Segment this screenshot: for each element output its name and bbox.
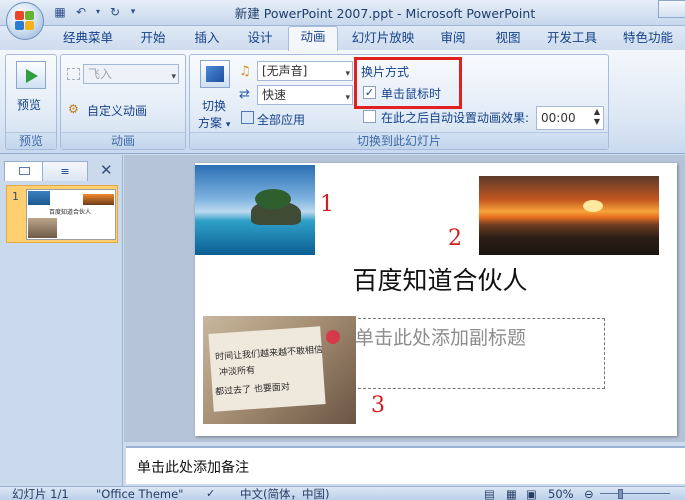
thumb-photo-3 — [28, 218, 57, 238]
auto-advance-label[interactable]: 在此之后自动设置动画效果: — [381, 109, 529, 126]
zoom-slider-thumb[interactable] — [618, 489, 623, 499]
apply-all-button[interactable]: 全部应用 — [257, 111, 305, 128]
auto-advance-checkbox[interactable] — [363, 110, 376, 123]
apply-all-icon — [241, 111, 254, 124]
slide-thumbnail[interactable]: 百度知道合伙人 — [26, 189, 116, 240]
slides-pane: ≡ ✕ 1 百度知道合伙人 — [0, 155, 123, 488]
thumb-title: 百度知道合伙人 — [49, 209, 92, 216]
island-photo[interactable] — [195, 165, 315, 255]
tab-home[interactable]: 开始 — [130, 28, 176, 50]
transition-group-label: 切换到此幻灯片 — [190, 132, 608, 149]
spinner-arrows-icon: ▲ ▼ — [593, 107, 600, 126]
note-card-photo[interactable]: 时间让我们越来越不敢相信 冲淡所有 都过去了 也要面对 — [203, 316, 356, 424]
preview-icon — [16, 61, 46, 89]
thumb-photo-2 — [83, 194, 114, 205]
auto-advance-time-spinner[interactable]: 00:00 ▲ ▼ — [536, 106, 604, 130]
speed-icon: ⇄ — [239, 87, 250, 102]
preview-group-label: 预览 — [6, 132, 56, 149]
transition-sound-select[interactable]: [无声音] ▾ — [257, 61, 353, 81]
chevron-down-icon: ▾ — [345, 69, 350, 79]
note-card-line-2: 冲淡所有 — [218, 365, 256, 379]
slide[interactable]: 1 2 百度知道合伙人 单击此处添加副标题 时间让我们越来越不敢相信 冲淡所有 … — [195, 163, 677, 436]
slides-tab-icon — [18, 167, 30, 175]
slide-number: 1 — [12, 190, 19, 203]
tab-design[interactable]: 设计 — [237, 28, 283, 50]
custom-animation-button[interactable]: 自定义动画 — [87, 102, 147, 119]
preview-button[interactable]: 预览 — [17, 96, 41, 113]
status-language[interactable]: 中文(简体，中国) — [240, 487, 329, 500]
transition-scheme-label-1[interactable]: 切换 — [202, 97, 226, 114]
minimize-button[interactable] — [658, 0, 685, 18]
tab-animation[interactable]: 动画 — [288, 26, 338, 51]
slide-thumbnail-selected[interactable]: 1 百度知道合伙人 — [6, 185, 118, 243]
transition-speed-select[interactable]: 快速 ▾ — [257, 85, 353, 105]
status-bar: 幻灯片 1/1 "Office Theme" ✓ 中文(简体，中国) ▤ ▦ ▣… — [0, 486, 685, 500]
tab-review[interactable]: 审阅 — [430, 28, 476, 50]
transition-scheme-button[interactable]: 方案 ▾ — [198, 114, 230, 131]
custom-animation-icon: ⚙ — [68, 102, 79, 116]
outline-tab-icon: ≡ — [60, 165, 70, 178]
animation-group: 飞入 ▾ ⚙ 自定义动画 动画 — [60, 54, 186, 150]
tab-developer[interactable]: 开发工具 — [540, 28, 604, 50]
chevron-down-icon: ▾ — [345, 93, 350, 103]
tab-insert[interactable]: 插入 — [184, 28, 230, 50]
ribbon: 预览 预览 飞入 ▾ ⚙ 自定义动画 动画 切换 方案 ▾ ♫ [无声音] ▾ ⇄ … — [0, 50, 685, 154]
animation-effect-select[interactable]: 飞入 ▾ — [83, 64, 179, 84]
zoom-out-icon[interactable]: ⊖ — [584, 487, 594, 500]
transition-scheme-icon — [200, 60, 230, 88]
notes-pane[interactable]: 单击此处添加备注 — [126, 446, 685, 484]
tab-outline[interactable]: ≡ — [42, 161, 88, 181]
title-bar: ▦ ↶ ▾ ↻ ▾ 新建 PowerPoint 2007.ppt - Micro… — [0, 0, 685, 26]
zoom-level[interactable]: 50% — [548, 487, 574, 500]
tab-features[interactable]: 特色功能 — [616, 28, 680, 50]
slide-canvas: 1 2 百度知道合伙人 单击此处添加副标题 时间让我们越来越不敢相信 冲淡所有 … — [124, 155, 685, 442]
chevron-down-icon: ▾ — [225, 120, 231, 130]
ribbon-tabs: 经典菜单 开始 插入 设计 动画 幻灯片放映 审阅 视图 开发工具 特色功能 — [0, 26, 685, 51]
tab-slideshow[interactable]: 幻灯片放映 — [346, 28, 420, 50]
sound-icon: ♫ — [239, 64, 251, 79]
window-title: 新建 PowerPoint 2007.ppt - Microsoft Power… — [234, 6, 536, 21]
animation-group-label: 动画 — [61, 132, 185, 149]
annotation-number-2: 2 — [448, 226, 462, 251]
office-button[interactable] — [6, 2, 44, 40]
sunset-photo[interactable] — [479, 176, 659, 255]
spellcheck-icon[interactable]: ✓ — [206, 487, 215, 500]
notes-placeholder[interactable]: 单击此处添加备注 — [137, 457, 249, 477]
office-logo-icon — [15, 11, 35, 31]
chevron-down-icon: ▾ — [171, 72, 176, 82]
normal-view-icon[interactable]: ▤ — [484, 487, 495, 500]
annotation-number-3: 3 — [371, 393, 385, 418]
tab-slides[interactable] — [4, 161, 44, 181]
thumb-photo-1 — [28, 191, 50, 205]
fly-in-icon — [67, 68, 80, 80]
annotation-number-1: 1 — [320, 192, 334, 217]
slideshow-icon[interactable]: ▣ — [526, 487, 537, 500]
subtitle-placeholder[interactable]: 单击此处添加副标题 — [355, 323, 526, 350]
tab-view[interactable]: 视图 — [485, 28, 531, 50]
preview-group: 预览 预览 — [5, 54, 57, 150]
tab-classic-menu[interactable]: 经典菜单 — [56, 28, 120, 50]
status-theme[interactable]: "Office Theme" — [96, 487, 183, 500]
highlight-box — [354, 57, 462, 109]
slide-sorter-icon[interactable]: ▦ — [506, 487, 517, 500]
close-icon[interactable]: ✕ — [100, 161, 113, 179]
status-slide-count: 幻灯片 1/1 — [12, 487, 69, 500]
zoom-slider[interactable] — [600, 493, 670, 494]
slide-title[interactable]: 百度知道合伙人 — [315, 261, 565, 297]
